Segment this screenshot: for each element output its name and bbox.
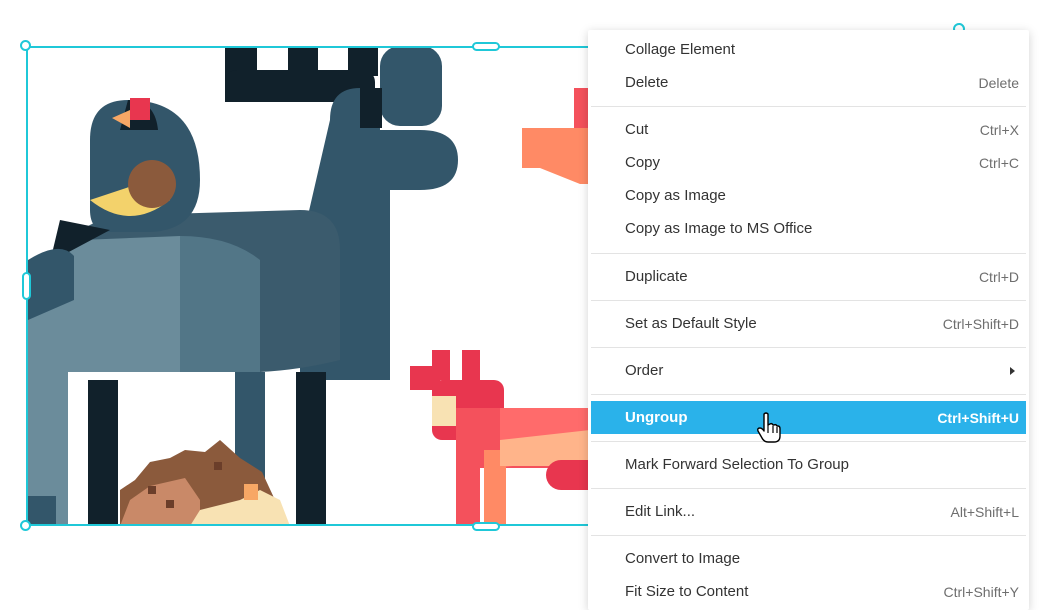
menu-item-set-default-style[interactable]: Set as Default Style Ctrl+Shift+D <box>591 307 1026 340</box>
menu-item-label: Copy as Image <box>625 187 726 204</box>
menu-item-label: Collage Element <box>625 41 736 58</box>
menu-separator <box>591 488 1026 489</box>
resize-handle-left[interactable] <box>22 272 31 300</box>
menu-separator <box>591 394 1026 395</box>
menu-item-shortcut: Ctrl+Shift+Y <box>943 583 1019 600</box>
menu-item-copy-as-image-ms-office[interactable]: Copy as Image to MS Office <box>591 212 1026 245</box>
menu-item-shortcut: Ctrl+Shift+D <box>942 315 1019 332</box>
hand-pointer-icon <box>757 412 781 443</box>
menu-item-shortcut: Ctrl+D <box>978 268 1019 285</box>
menu-item-label: Mark Forward Selection To Group <box>625 456 849 473</box>
menu-item-copy[interactable]: Copy Ctrl+C <box>591 146 1026 179</box>
menu-item-shortcut: Alt+Shift+L <box>950 503 1020 520</box>
menu-separator <box>591 535 1026 536</box>
menu-item-shortcut: Delete <box>978 74 1019 91</box>
menu-item-label: Fit Size to Content <box>625 583 749 600</box>
menu-separator <box>591 300 1026 301</box>
menu-item-edit-link[interactable]: Edit Link... Alt+Shift+L <box>591 495 1026 528</box>
menu-separator <box>591 253 1026 254</box>
menu-item-label: Convert to Image <box>625 550 741 567</box>
menu-separator <box>591 347 1026 348</box>
resize-handle-top-left[interactable] <box>20 40 31 51</box>
menu-item-mark-forward-selection[interactable]: Mark Forward Selection To Group <box>591 448 1026 481</box>
chevron-right-icon <box>1010 366 1015 375</box>
menu-item-ungroup[interactable]: Ungroup Ctrl+Shift+U <box>591 401 1026 434</box>
menu-item-label: Cut <box>625 121 649 138</box>
menu-item-label: Duplicate <box>625 268 688 285</box>
menu-item-order[interactable]: Order <box>591 354 1026 387</box>
menu-separator <box>591 106 1026 107</box>
menu-separator <box>591 441 1026 442</box>
menu-item-label: Ungroup <box>625 409 688 426</box>
menu-item-label: Edit Link... <box>625 503 696 520</box>
menu-item-duplicate[interactable]: Duplicate Ctrl+D <box>591 260 1026 293</box>
menu-item-convert-to-image[interactable]: Convert to Image <box>591 542 1026 575</box>
resize-handle-top[interactable] <box>472 42 500 51</box>
resize-handle-bottom-left[interactable] <box>20 520 31 531</box>
menu-item-delete[interactable]: Delete Delete <box>591 66 1026 99</box>
resize-handle-bottom[interactable] <box>472 522 500 531</box>
menu-item-label: Delete <box>625 74 669 91</box>
menu-item-label: Set as Default Style <box>625 315 757 332</box>
menu-item-collage-element[interactable]: Collage Element <box>591 33 1026 66</box>
menu-item-cut[interactable]: Cut Ctrl+X <box>591 113 1026 146</box>
menu-item-label: Copy <box>625 154 661 171</box>
menu-item-label: Order <box>625 362 664 379</box>
menu-item-shortcut: Ctrl+C <box>978 154 1019 171</box>
menu-item-shortcut: Ctrl+Shift+U <box>937 409 1019 426</box>
animal-illustration[interactable] <box>0 0 616 594</box>
context-menu: Collage Element Delete Delete Cut Ctrl+X… <box>588 30 1029 610</box>
menu-item-shortcut: Ctrl+X <box>979 121 1019 138</box>
menu-item-copy-as-image[interactable]: Copy as Image <box>591 179 1026 212</box>
menu-item-label: Copy as Image to MS Office <box>625 220 813 237</box>
menu-item-fit-size-to-content[interactable]: Fit Size to Content Ctrl+Shift+Y <box>591 575 1026 608</box>
